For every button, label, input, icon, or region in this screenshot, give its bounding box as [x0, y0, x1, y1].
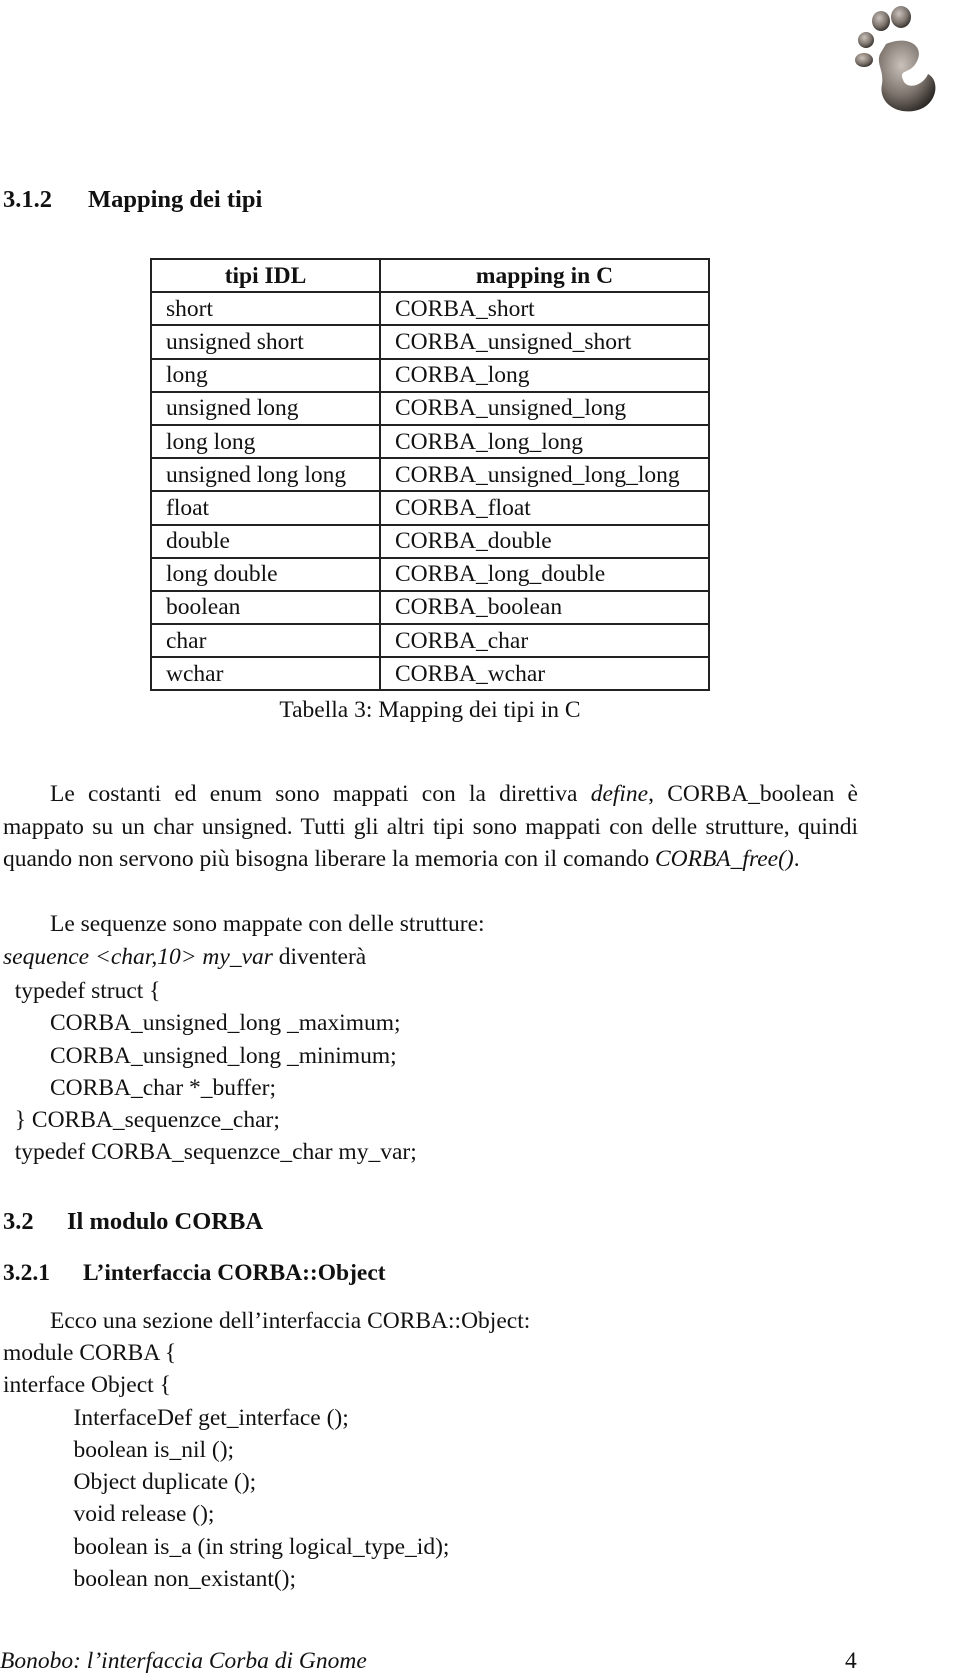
table-row: long double CORBA_long_double	[150, 556, 710, 592]
code-line: boolean is_nil ();	[3, 1436, 235, 1463]
section-heading-3-2-1: 3.2.1 L’interfaccia CORBA::Object	[3, 1260, 386, 1287]
sequence-declaration: sequence <char,10> my_var	[3, 943, 273, 970]
footer-title: Bonobo: l’interfaccia Corba di Gnome	[0, 1648, 367, 1674]
code-line: InterfaceDef get_interface ();	[3, 1404, 349, 1431]
idl-type-cell: double	[150, 523, 381, 559]
table-row: unsigned short CORBA_unsigned_short	[150, 324, 710, 360]
idl-type-cell: long long	[150, 423, 381, 460]
idl-type-cell: char	[150, 623, 381, 659]
table-row: char CORBA_char	[150, 623, 710, 659]
table-row: short CORBA_short	[150, 291, 710, 327]
code-line: CORBA_unsigned_long _minimum;	[3, 1042, 397, 1069]
c-mapping-cell: CORBA_unsigned_long_long	[379, 457, 710, 493]
section-number: 3.2	[3, 1208, 34, 1235]
table-row: float CORBA_float	[150, 490, 710, 526]
section-title: Mapping dei tipi	[88, 186, 263, 213]
code-line: boolean is_a (in string logical_type_id)…	[3, 1533, 450, 1560]
text: Le costanti ed enum sono mappati con la …	[50, 781, 591, 807]
text: .	[793, 846, 800, 872]
c-mapping-cell: CORBA_long	[379, 357, 710, 393]
gnome-foot-icon	[855, 6, 936, 112]
c-mapping-cell: CORBA_boolean	[379, 589, 710, 626]
idl-type-cell: long double	[150, 556, 381, 592]
code-line: typedef struct {	[3, 978, 161, 1004]
c-mapping-cell: CORBA_unsigned_short	[379, 324, 710, 360]
sequence-struct-code: typedef struct { CORBA_unsigned_long _ma…	[3, 975, 417, 1169]
section-number: 3.2.1	[3, 1260, 50, 1286]
section-heading-3-2: 3.2 Il modulo CORBA	[3, 1208, 263, 1236]
text: diventerà	[272, 943, 367, 970]
c-mapping-cell: CORBA_char	[379, 623, 710, 659]
header-c-mapping: mapping in C	[379, 257, 710, 294]
idl-type-cell: float	[150, 490, 381, 526]
code-line: boolean non_existant();	[3, 1566, 297, 1593]
code-line: interface Object {	[3, 1372, 171, 1399]
c-mapping-cell: CORBA_short	[379, 291, 710, 327]
idl-type-cell: unsigned long	[150, 390, 381, 426]
paragraph-sequences: Le sequenze sono mappate con delle strut…	[3, 908, 858, 973]
table-header-row: tipi IDL mapping in C	[150, 257, 710, 294]
idl-type-cell: short	[150, 291, 381, 327]
paragraph-object-interface: Ecco una sezione dell’interfaccia CORBA:…	[3, 1305, 858, 1338]
corba-free-function: CORBA_free()	[654, 846, 794, 872]
table-row: wchar CORBA_wchar	[150, 656, 710, 692]
table-caption: Tabella 3: Mapping dei tipi in C	[279, 697, 581, 723]
sequence-intro: Le sequenze sono mappate con delle strut…	[50, 911, 485, 937]
section-heading-3-1-2: 3.1.2 Mapping dei tipi	[3, 186, 262, 214]
code-line: } CORBA_sequenzce_char;	[3, 1107, 280, 1134]
define-keyword: define	[590, 781, 649, 807]
paragraph-constants: Le costanti ed enum sono mappati con la …	[3, 778, 858, 876]
table-row: unsigned long long CORBA_unsigned_long_lo…	[150, 457, 710, 493]
idl-type-cell: unsigned short	[150, 324, 381, 360]
code-line: void release ();	[3, 1501, 215, 1528]
c-mapping-cell: CORBA_wchar	[379, 656, 710, 692]
c-mapping-cell: CORBA_double	[379, 523, 710, 559]
idl-type-cell: wchar	[150, 656, 381, 692]
section-number: 3.1.2	[3, 186, 52, 213]
table-row: long CORBA_long	[150, 357, 710, 393]
page-number: 4	[845, 1648, 857, 1674]
section-title: L’interfaccia CORBA::Object	[83, 1260, 386, 1286]
header-idl-types: tipi IDL	[150, 257, 381, 294]
c-mapping-cell: CORBA_unsigned_long	[379, 390, 710, 426]
c-mapping-cell: CORBA_long_long	[379, 423, 710, 460]
type-mapping-table: tipi IDL mapping in C short CORBA_short un…	[150, 257, 710, 692]
table-row: double CORBA_double	[150, 523, 710, 559]
c-mapping-cell: CORBA_long_double	[379, 556, 710, 592]
table-row: unsigned long CORBA_unsigned_long	[150, 390, 710, 426]
code-line: CORBA_char *_buffer;	[3, 1074, 277, 1101]
c-mapping-cell: CORBA_float	[379, 490, 710, 526]
code-line: Object duplicate ();	[3, 1469, 257, 1496]
idl-type-cell: long	[150, 357, 381, 393]
corba-object-code: module CORBA { interface Object { Interfa…	[3, 1337, 449, 1595]
idl-type-cell: unsigned long long	[150, 457, 381, 493]
table-row: long long CORBA_long_long	[150, 423, 710, 460]
table-row: boolean CORBA_boolean	[150, 589, 710, 626]
object-intro: Ecco una sezione dell’interfaccia CORBA:…	[50, 1308, 531, 1334]
code-line: CORBA_unsigned_long _maximum;	[3, 1010, 401, 1037]
idl-type-cell: boolean	[150, 589, 381, 626]
section-title: Il modulo CORBA	[67, 1208, 264, 1235]
code-line: typedef CORBA_sequenzce_char my_var;	[3, 1139, 417, 1166]
code-line: module CORBA {	[3, 1340, 177, 1366]
